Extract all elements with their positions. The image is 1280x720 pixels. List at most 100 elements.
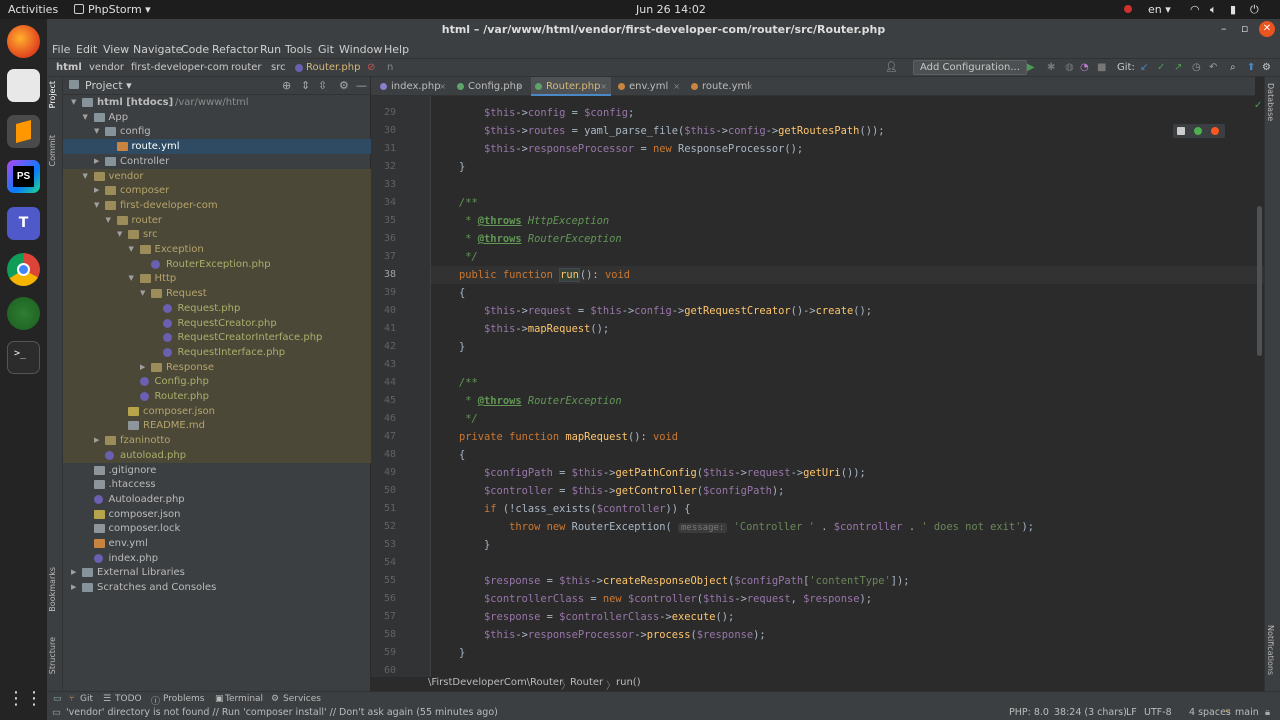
line-separator[interactable]: LF xyxy=(1126,707,1137,718)
caret-position[interactable]: 38:24 (3 chars) xyxy=(1054,707,1127,718)
tree-item[interactable]: autoload.php xyxy=(63,447,371,463)
hide-panel-icon[interactable]: — xyxy=(356,79,367,92)
line-number[interactable]: 32 xyxy=(366,161,396,172)
activities-button[interactable]: Activities xyxy=(8,3,58,16)
editor-tab[interactable]: route.yml × xyxy=(687,77,757,96)
code-line[interactable]: } xyxy=(431,158,465,176)
code-line[interactable]: $response = $controllerClass->execute(); xyxy=(431,608,734,626)
tree-item[interactable]: ▶ composer xyxy=(63,183,371,199)
editor-tab[interactable]: env.yml × xyxy=(614,77,684,96)
tree-item[interactable]: composer.lock xyxy=(63,521,371,536)
line-number[interactable]: 54 xyxy=(366,557,396,568)
menu-navigate[interactable]: Navigate xyxy=(133,43,182,56)
line-number[interactable]: 53 xyxy=(366,539,396,550)
chevron-right-icon[interactable]: ▶ xyxy=(140,360,145,375)
chevron-down-icon[interactable]: ▼ xyxy=(129,271,134,286)
chevron-down-icon[interactable]: ▼ xyxy=(71,95,76,110)
editor-tab[interactable]: Config.php × xyxy=(453,77,527,96)
terminal-icon[interactable]: >_ xyxy=(7,341,40,374)
record-indicator-icon[interactable] xyxy=(1124,5,1132,13)
chevron-down-icon[interactable]: ▼ xyxy=(106,213,111,228)
code-line[interactable] xyxy=(431,554,434,572)
editor-scrollbar[interactable] xyxy=(1257,206,1262,356)
tree-item[interactable]: Request.php xyxy=(63,300,371,316)
bookmarks-tool-tab[interactable]: Bookmarks xyxy=(48,567,57,612)
add-configuration-button[interactable]: Add Configuration... xyxy=(913,60,1027,75)
tree-item[interactable]: route.yml xyxy=(63,139,371,155)
line-number[interactable]: 40 xyxy=(366,305,396,316)
tree-item[interactable]: README.md xyxy=(63,418,371,434)
phpstorm-icon[interactable]: PS xyxy=(7,160,40,193)
run-icon[interactable]: ▶ xyxy=(1027,62,1035,73)
maximize-icon[interactable]: ▫ xyxy=(1241,22,1248,35)
menu-edit[interactable]: Edit xyxy=(76,43,97,56)
code-line[interactable]: { xyxy=(431,446,465,464)
firefox-icon[interactable] xyxy=(7,25,40,58)
tree-item[interactable]: Autoloader.php xyxy=(63,492,371,507)
line-number[interactable]: 33 xyxy=(366,179,396,190)
services-tool-tab[interactable]: Services xyxy=(283,694,321,704)
tree-item[interactable]: ▼ config xyxy=(63,124,371,139)
menu-view[interactable]: View xyxy=(103,43,129,56)
git-history-icon[interactable]: ◷ xyxy=(1192,62,1201,73)
files-icon[interactable] xyxy=(7,69,40,102)
close-tab-icon[interactable]: × xyxy=(600,77,607,96)
code-line[interactable]: */ xyxy=(431,248,478,266)
project-view-selector[interactable]: Project ▾ xyxy=(85,79,132,92)
menu-git[interactable]: Git xyxy=(318,43,334,56)
coverage-icon[interactable]: ◍ xyxy=(1065,62,1074,73)
user-icon[interactable]: 👤︎ xyxy=(885,62,898,73)
crumb-method[interactable]: n xyxy=(387,62,393,73)
todo-tool-tab[interactable]: TODO xyxy=(115,694,142,704)
line-number[interactable]: 42 xyxy=(366,341,396,352)
breadcrumb-class[interactable]: Router xyxy=(570,677,603,688)
crumb-router[interactable]: router xyxy=(231,62,262,73)
editor-tab[interactable]: index.php × xyxy=(376,77,450,96)
tree-item[interactable]: ▼ App xyxy=(63,110,371,125)
line-number[interactable]: 45 xyxy=(366,395,396,406)
database-tool-tab[interactable]: Database xyxy=(1266,83,1275,121)
search-everywhere-icon[interactable]: ⌕ xyxy=(1230,62,1236,73)
chevron-right-icon[interactable]: ▶ xyxy=(71,565,76,580)
chevron-down-icon[interactable]: ▼ xyxy=(94,198,99,213)
debug-icon[interactable]: ✱ xyxy=(1047,62,1055,73)
panel-toggle-icon[interactable]: ▭ xyxy=(53,694,62,704)
code-line[interactable]: * @throws RouterException xyxy=(431,392,621,410)
settings-icon[interactable]: ⚙ xyxy=(1262,62,1271,73)
tree-item[interactable]: ▼ router xyxy=(63,212,371,228)
status-message[interactable]: 'vendor' directory is not found // Run '… xyxy=(66,707,498,718)
volume-icon[interactable]: 🔈︎ xyxy=(1210,3,1217,17)
git-commit-icon[interactable]: ✓ xyxy=(1157,62,1165,73)
app-menu[interactable]: PhpStorm ▾ xyxy=(88,3,151,16)
line-number[interactable]: 57 xyxy=(366,611,396,622)
tree-item[interactable]: ▼ Exception xyxy=(63,242,371,257)
chevron-right-icon[interactable]: ▶ xyxy=(94,433,99,448)
tree-item[interactable]: ▼ Request xyxy=(63,286,371,302)
git-tool-tab[interactable]: Git xyxy=(80,694,93,704)
menu-run[interactable]: Run xyxy=(260,43,281,56)
crumb-first-developer-com[interactable]: first-developer-com xyxy=(131,62,229,73)
chevron-right-icon[interactable]: ▶ xyxy=(94,183,99,198)
collapse-all-icon[interactable]: ⇳ xyxy=(318,79,327,92)
code-line[interactable]: * @throws HttpException xyxy=(431,212,609,230)
tree-item[interactable]: RequestInterface.php xyxy=(63,344,371,360)
crumb-html[interactable]: html xyxy=(56,62,82,73)
locate-file-icon[interactable]: ⊕ xyxy=(282,79,291,92)
git-update-icon[interactable]: ↙ xyxy=(1140,62,1148,73)
code-line[interactable]: } xyxy=(431,338,465,356)
line-number[interactable]: 56 xyxy=(366,593,396,604)
tree-item[interactable]: .gitignore xyxy=(63,463,371,478)
editor-tab[interactable]: Router.php × xyxy=(531,77,611,96)
chevron-right-icon[interactable]: ▶ xyxy=(94,154,99,169)
crumb-vendor[interactable]: vendor xyxy=(89,62,124,73)
breadcrumb-method[interactable]: run() xyxy=(616,677,641,688)
clock[interactable]: Jun 26 14:02 xyxy=(636,3,706,16)
tree-item[interactable]: RouterException.php xyxy=(63,256,371,272)
tree-item[interactable]: ▶ External Libraries xyxy=(63,565,371,580)
code-line[interactable] xyxy=(431,356,434,374)
code-line[interactable]: $this->request = $this->config->getReque… xyxy=(431,302,872,320)
git-push-icon[interactable]: ↗ xyxy=(1174,62,1182,73)
menu-help[interactable]: Help xyxy=(384,43,409,56)
line-number[interactable]: 35 xyxy=(366,215,396,226)
line-number[interactable]: 34 xyxy=(366,197,396,208)
